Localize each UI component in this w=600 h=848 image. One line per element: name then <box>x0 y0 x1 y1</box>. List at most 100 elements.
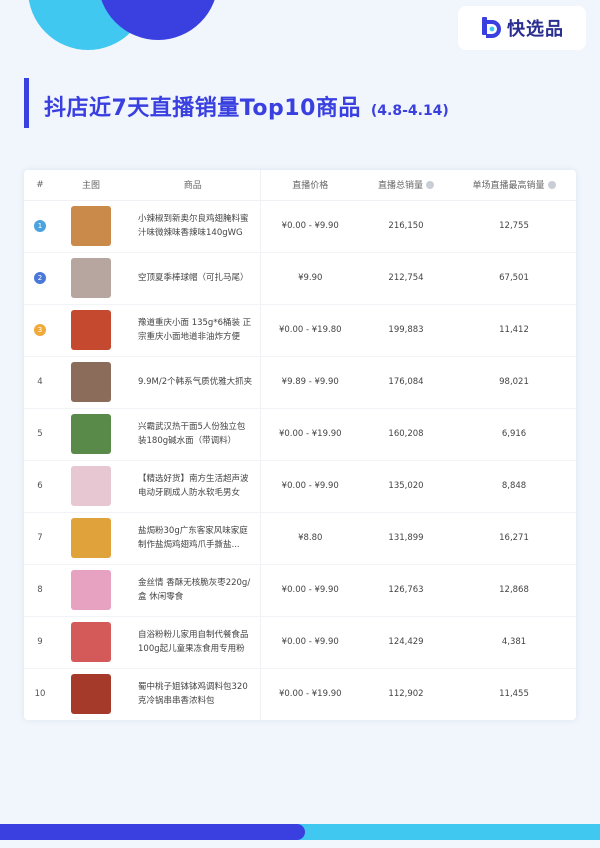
rank-number: 9 <box>37 637 43 647</box>
cell-rank: 1 <box>24 200 56 253</box>
cell-rank: 6 <box>24 460 56 513</box>
page-title-date-range: (4.8-4.14) <box>370 103 449 119</box>
rank-number: 5 <box>37 429 43 439</box>
rank-badge: 3 <box>34 324 46 336</box>
table-header-row: # 主图 商品 直播价格 直播总销量 单场直播最高销量 <box>24 170 576 201</box>
product-thumbnail[interactable] <box>71 518 111 558</box>
info-icon[interactable] <box>547 181 556 190</box>
cell-product-name[interactable]: 金丝情 香酥无核脆灰枣220g/盒 休闲零食 <box>126 564 260 617</box>
cell-rank: 2 <box>24 252 56 305</box>
rank-number: 7 <box>37 533 43 543</box>
product-thumbnail[interactable] <box>71 362 111 402</box>
decor-bottom-bar-blue <box>0 824 305 840</box>
ranking-table-card: # 主图 商品 直播价格 直播总销量 单场直播最高销量 1 小辣椒到新奥尔良鸡翅… <box>24 170 576 720</box>
header-rank: # <box>24 170 56 201</box>
cell-max-sales: 4,381 <box>452 616 576 669</box>
cell-price: ¥0.00 - ¥9.90 <box>259 564 360 617</box>
page-title: 抖店近7天直播销量Top10商品 (4.8-4.14) <box>44 90 449 122</box>
product-thumbnail[interactable] <box>71 414 111 454</box>
product-thumbnail[interactable] <box>71 258 111 298</box>
cell-product-name[interactable]: 豫道重庆小面 135g*6桶装 正宗重庆小面地道非油炸方便 <box>126 304 260 357</box>
product-thumbnail[interactable] <box>71 622 111 662</box>
header-product: 商品 <box>126 170 260 201</box>
cell-product-name[interactable]: 蜀中桃子姐钵钵鸡调料包320克冷锅串串香浓料包 <box>126 668 260 720</box>
table-row[interactable]: 5 兴霸武汉热干面5人份独立包装180g碱水面（带调料） ¥0.00 - ¥19… <box>24 408 576 461</box>
cell-price: ¥0.00 - ¥9.90 <box>259 460 360 513</box>
product-thumbnail[interactable] <box>71 206 111 246</box>
table-row[interactable]: 7 盐焗粉30g广东客家风味家庭制作盐焗鸡翅鸡爪手撕盐... ¥8.80 131… <box>24 512 576 565</box>
rank-number: 10 <box>34 689 46 700</box>
cell-rank: 7 <box>24 512 56 565</box>
rank-badge: 2 <box>34 272 46 284</box>
product-thumbnail[interactable] <box>71 310 111 350</box>
cell-max-sales: 12,755 <box>452 200 576 253</box>
cell-total-sales: 135,020 <box>360 460 452 513</box>
cell-total-sales: 131,899 <box>360 512 452 565</box>
header-price: 直播价格 <box>259 170 360 201</box>
brand-name: 快选品 <box>507 19 564 40</box>
cell-product-name[interactable]: 兴霸武汉热干面5人份独立包装180g碱水面（带调料） <box>126 408 260 461</box>
info-icon[interactable] <box>426 181 434 190</box>
table-row[interactable]: 10 蜀中桃子姐钵钵鸡调料包320克冷锅串串香浓料包 ¥0.00 - ¥19.9… <box>24 668 576 720</box>
cell-product-name[interactable]: 【精选好货】南方生活超声波电动牙刷成人防水软毛男女 <box>126 460 260 513</box>
cell-total-sales: 126,763 <box>360 564 452 617</box>
brand-logo: 快选品 <box>458 6 586 50</box>
product-thumbnail[interactable] <box>71 674 111 715</box>
table-row[interactable]: 2 空顶夏季棒球帽（可扎马尾） ¥9.90 212,754 67,501 <box>24 252 576 305</box>
cell-price: ¥0.00 - ¥19.90 <box>259 668 360 720</box>
rank-badge: 1 <box>34 220 46 232</box>
cell-image <box>56 356 126 409</box>
cell-image <box>56 200 126 253</box>
cell-price: ¥0.00 - ¥9.90 <box>259 200 360 253</box>
table-row[interactable]: 4 9.9M/2个韩系气质优雅大抓夹 ¥9.89 - ¥9.90 176,084… <box>24 356 576 409</box>
cell-max-sales: 8,848 <box>452 460 576 513</box>
cell-max-sales: 16,271 <box>452 512 576 565</box>
product-thumbnail[interactable] <box>71 570 111 610</box>
cell-product-name[interactable]: 9.9M/2个韩系气质优雅大抓夹 <box>126 356 260 409</box>
cell-max-sales: 67,501 <box>452 252 576 305</box>
cell-image <box>56 252 126 305</box>
cell-total-sales: 199,883 <box>360 304 452 357</box>
header-image: 主图 <box>56 170 126 201</box>
cell-total-sales: 124,429 <box>360 616 452 669</box>
cell-price: ¥0.00 - ¥19.80 <box>259 304 360 357</box>
cell-price: ¥8.80 <box>259 512 360 565</box>
cell-max-sales: 11,412 <box>452 304 576 357</box>
table-row[interactable]: 3 豫道重庆小面 135g*6桶装 正宗重庆小面地道非油炸方便 ¥0.00 - … <box>24 304 576 357</box>
header-total-sales-label: 直播总销量 <box>377 181 423 192</box>
rank-number: 8 <box>37 585 43 595</box>
cell-total-sales: 112,902 <box>388 689 424 700</box>
table-row[interactable]: 8 金丝情 香酥无核脆灰枣220g/盒 休闲零食 ¥0.00 - ¥9.90 1… <box>24 564 576 617</box>
brand-logo-icon <box>480 16 502 40</box>
cell-image <box>56 616 126 669</box>
table-row[interactable]: 6 【精选好货】南方生活超声波电动牙刷成人防水软毛男女 ¥0.00 - ¥9.9… <box>24 460 576 513</box>
table-row[interactable]: 1 小辣椒到新奥尔良鸡翅腌料蜜汁味微辣味香辣味140gWG ¥0.00 - ¥9… <box>24 200 576 253</box>
cell-price: ¥9.90 <box>259 252 360 305</box>
cell-product-name[interactable]: 小辣椒到新奥尔良鸡翅腌料蜜汁味微辣味香辣味140gWG <box>126 200 260 253</box>
product-thumbnail[interactable] <box>71 466 111 506</box>
cell-product-name[interactable]: 空顶夏季棒球帽（可扎马尾） <box>126 252 260 305</box>
title-accent-bar <box>24 78 29 128</box>
cell-rank: 10 <box>24 668 56 720</box>
cell-total-sales: 216,150 <box>360 200 452 253</box>
decor-bottom-bar-cyan <box>260 824 600 840</box>
rank-number: 6 <box>37 481 43 491</box>
cell-product-name[interactable]: 盐焗粉30g广东客家风味家庭制作盐焗鸡翅鸡爪手撕盐... <box>126 512 260 565</box>
cell-image <box>56 304 126 357</box>
cell-image <box>56 512 126 565</box>
cell-total-sales: 160,208 <box>360 408 452 461</box>
table-row[interactable]: 9 自浴粉粉儿家用自制代餐食品100g起儿童果冻食用专用粉 ¥0.00 - ¥9… <box>24 616 576 669</box>
header-max-sales-label: 单场直播最高销量 <box>472 181 545 192</box>
cell-rank: 3 <box>24 304 56 357</box>
cell-max-sales: 98,021 <box>452 356 576 409</box>
rank-number: 4 <box>37 377 43 387</box>
header-max-sales: 单场直播最高销量 <box>452 170 576 201</box>
cell-image <box>56 408 126 461</box>
cell-price: ¥9.89 - ¥9.90 <box>259 356 360 409</box>
cell-rank: 8 <box>24 564 56 617</box>
cell-product-name[interactable]: 自浴粉粉儿家用自制代餐食品100g起儿童果冻食用专用粉 <box>126 616 260 669</box>
cell-total-sales: 176,084 <box>360 356 452 409</box>
cell-image <box>56 564 126 617</box>
cell-rank: 5 <box>24 408 56 461</box>
cell-image <box>56 668 126 720</box>
